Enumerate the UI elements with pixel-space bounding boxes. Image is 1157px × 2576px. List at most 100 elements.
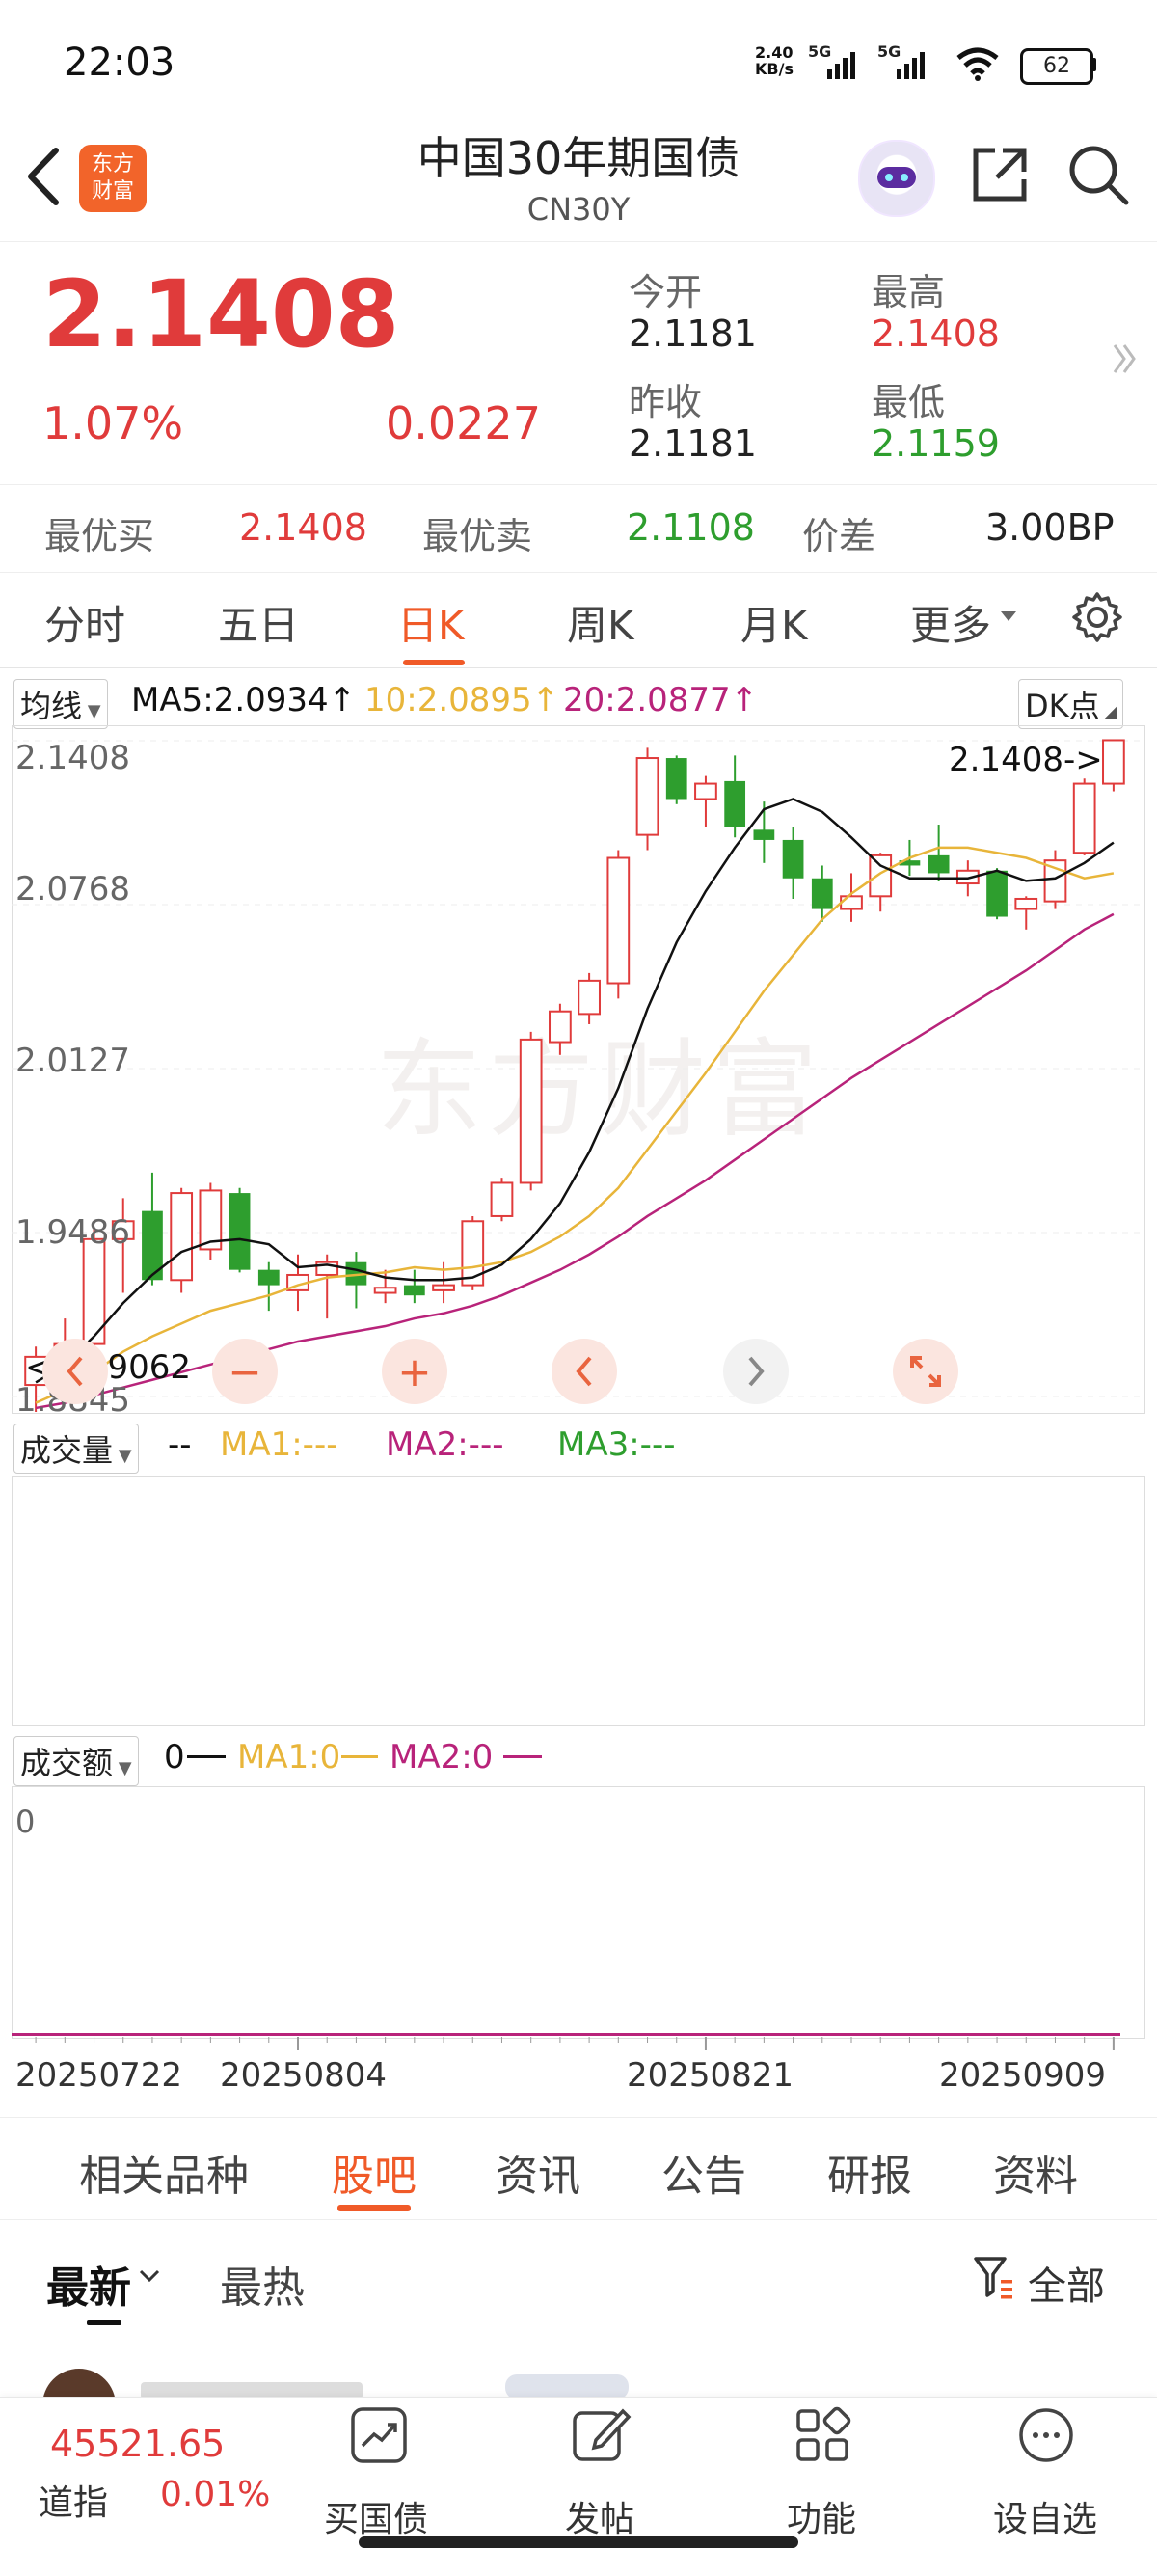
y-label-max: 2.1408 [15,739,130,777]
share-icon[interactable] [970,145,1030,204]
sort-hot[interactable]: 最热 [220,2253,305,2315]
zoom-in-button[interactable]: + [382,1339,447,1404]
candle-up [1014,897,1038,910]
spread-value: 3.00BP [985,506,1115,549]
tab-research[interactable]: 研报 [827,2141,912,2203]
candle-up [373,1287,397,1294]
wifi-icon [956,47,999,81]
turnover-ma2: MA2:0 [390,1738,494,1776]
high-label: 最高 [872,271,946,313]
tab-monthly-k[interactable]: 月K [740,593,808,652]
filter-icon[interactable] [972,2253,1016,2301]
open-label: 今开 [629,271,703,313]
more-dropdown-icon [1001,611,1016,621]
edit-post-icon[interactable] [569,2403,632,2467]
spread-label: 价差 [802,515,876,557]
candle-down [811,878,833,909]
volume-chart[interactable] [12,1476,1145,1726]
tab-intraday[interactable]: 分时 [44,593,125,652]
assistant-avatar[interactable] [858,140,935,217]
turnover-ma1-line [341,1755,378,1758]
volume-ma1: MA1:--- [220,1425,338,1464]
function-button[interactable]: 功能 [787,2491,856,2541]
volume-ma3: MA3:--- [557,1425,676,1464]
candle-up [490,1181,514,1217]
battery-icon: 62 [1020,48,1093,85]
change-amount: 0.0227 [386,397,541,449]
status-bar: 22:03 2.40 KB/s 5G 5G 62 [0,0,1157,125]
tab-forum[interactable]: 股吧 [332,2141,417,2203]
candlestick-chart[interactable] [12,725,1144,1412]
fullscreen-button[interactable] [893,1339,958,1404]
filter-all[interactable]: 全部 [1028,2255,1105,2311]
volume-selector[interactable]: 成交量 ▼ [13,1424,139,1474]
y-label-3: 2.0127 [15,1042,130,1080]
high-value: 2.1408 [872,312,1000,355]
candle-up [606,856,631,985]
candle-up [170,1192,194,1282]
prev-close-label: 昨收 [629,381,703,423]
signal-icon-2 [897,52,925,79]
turnover-selector-label: 成交额 [20,1745,114,1781]
ma20-value: 20:2.0877↑ [563,681,759,719]
search-icon[interactable] [1066,143,1130,206]
section-tab-indicator [337,2205,411,2211]
change-percent: 1.07% [42,397,184,449]
volume-selector-label: 成交量 [20,1432,114,1469]
ma-dropdown-icon: ▼ [82,701,101,721]
buy-bond-button[interactable]: 买国债 [324,2491,428,2541]
dk-point-label: DK点 [1025,688,1100,724]
tab-profile[interactable]: 资料 [993,2141,1078,2203]
x-label-4: 20250909 [939,2056,1107,2095]
grid-function-icon[interactable] [791,2403,854,2467]
signal-icon [827,52,855,79]
ma20-line [35,912,1115,1410]
home-indicator [359,2536,798,2548]
chevron-right-icon [748,1356,765,1387]
tab-news[interactable]: 资讯 [496,2141,580,2203]
index-value[interactable]: 45521.65 [50,2423,225,2465]
index-change: 0.01% [160,2475,271,2514]
tab-related[interactable]: 相关品种 [79,2141,249,2203]
add-watchlist-icon[interactable] [1014,2403,1078,2467]
ma-selector[interactable]: 均线 ▼ [13,679,108,729]
trade-chart-icon[interactable] [347,2403,411,2467]
sort-latest-indicator [87,2320,121,2325]
tab-five-day[interactable]: 五日 [218,593,299,652]
add-watchlist-button[interactable]: 设自选 [993,2491,1097,2541]
candle-up [869,854,893,898]
ma5-line [35,798,1115,1384]
ask-value: 2.1108 [627,506,755,549]
zoom-out-button[interactable]: − [212,1339,278,1404]
x-label-3: 20250821 [627,2056,794,2095]
x-label-2: 20250804 [220,2056,388,2095]
candle-down [753,829,775,840]
post-button[interactable]: 发帖 [565,2491,634,2541]
minus-icon: − [228,1347,262,1396]
scroll-left-button[interactable] [552,1339,617,1404]
scroll-left-far-button[interactable] [42,1339,108,1404]
last-price: 2.1408 [42,260,400,368]
candle-up [694,782,717,800]
settings-gear-icon[interactable] [1070,590,1124,644]
turnover-selector[interactable]: 成交额 ▼ [13,1736,139,1786]
y-label-4: 1.9486 [15,1213,130,1252]
tab-weekly-k[interactable]: 周K [567,593,634,652]
battery-level: 62 [1043,54,1070,78]
dk-point-button[interactable]: DK点 ◢ [1018,679,1124,729]
chevron-left-icon [576,1356,592,1387]
turnover-baseline [12,2033,1120,2036]
battery-cap [1091,58,1096,71]
plus-icon: + [397,1347,432,1396]
sort-latest[interactable]: 最新 [46,2253,131,2315]
expand-chevron-icon[interactable] [1111,339,1140,378]
tab-announcements[interactable]: 公告 [661,2141,746,2203]
tab-more[interactable]: 更多 [910,593,991,652]
scroll-right-button[interactable] [723,1339,789,1404]
turnover-dropdown-icon: ▼ [113,1758,132,1778]
turnover-chart[interactable] [12,1786,1145,2039]
open-value: 2.1181 [629,312,757,355]
best-quotes: 最优买 2.1408 最优卖 2.1108 价差 3.00BP [0,484,1157,573]
tab-daily-k[interactable]: 日K [397,593,465,652]
index-name[interactable]: 道指 [39,2475,108,2525]
